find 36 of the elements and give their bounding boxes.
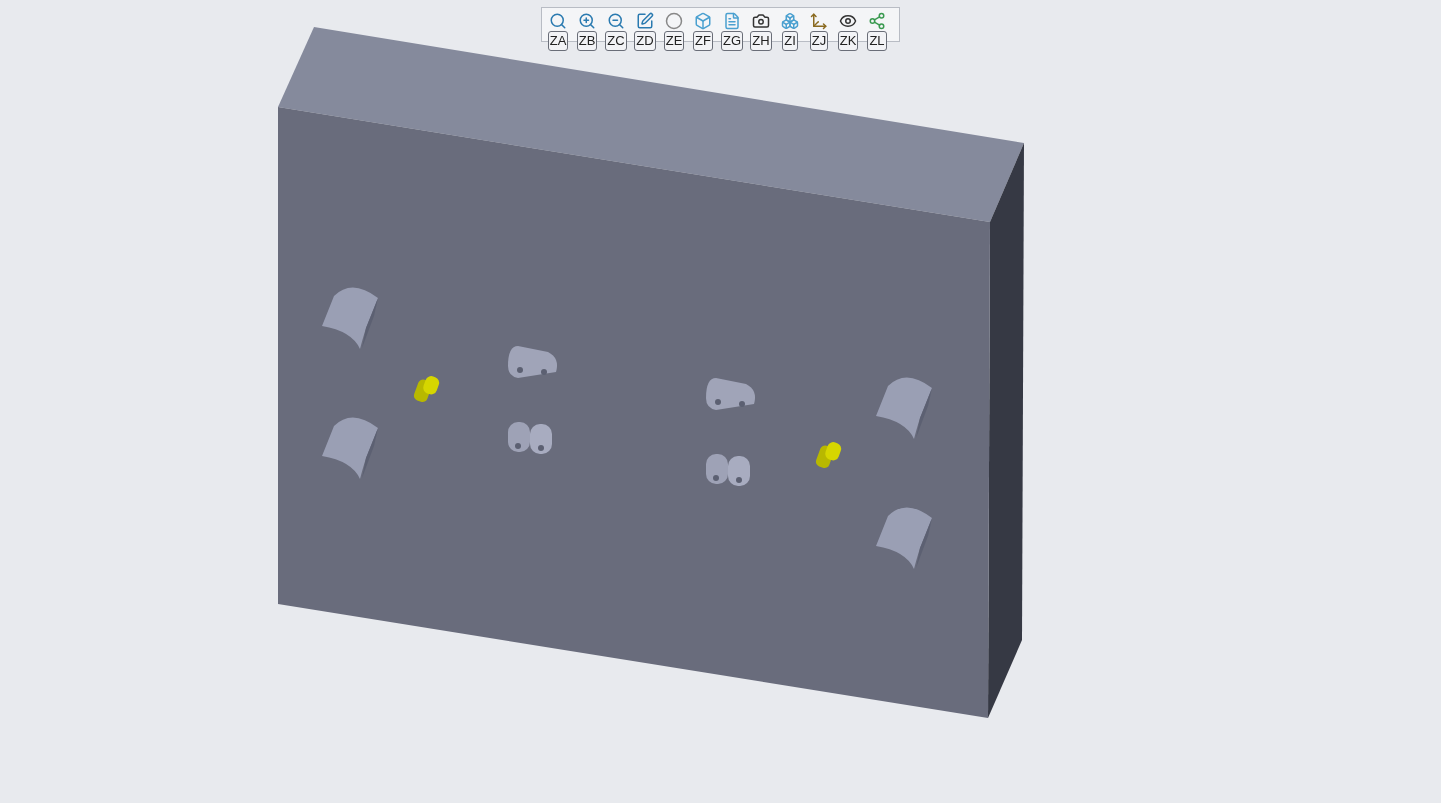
keytip-label: ZC [605, 31, 627, 51]
toolbar-button[interactable]: ZL [865, 12, 889, 52]
toolbar-button[interactable]: ZH [749, 12, 773, 52]
toolbar-button[interactable]: ZE [662, 12, 686, 52]
keytip-label: ZI [782, 31, 798, 51]
zoom-icon [549, 12, 567, 30]
keytip-label: ZD [634, 31, 656, 51]
toolbar-button[interactable]: ZC [604, 12, 628, 52]
zoom-in-icon [578, 12, 596, 30]
square-pen-icon [636, 12, 654, 30]
keytip-label: ZG [720, 31, 744, 51]
cube-icon [694, 12, 712, 30]
toolbar-button[interactable]: ZF [691, 12, 715, 52]
toolbar-button[interactable]: ZB [575, 12, 599, 52]
sphere-icon [665, 12, 683, 30]
eye-icon [839, 12, 857, 30]
axes-icon [810, 12, 828, 30]
keytip-label: ZB [576, 31, 598, 51]
keytip-label: ZE [663, 31, 685, 51]
toolbar-button[interactable]: ZI [778, 12, 802, 52]
toolbar-button[interactable]: ZK [836, 12, 860, 52]
keytip-label: ZF [693, 31, 713, 51]
toolbar-button[interactable]: ZG [720, 12, 744, 52]
document-icon [723, 12, 741, 30]
keytip-label: ZJ [809, 31, 829, 51]
toolbar-button[interactable]: ZA [546, 12, 570, 52]
toolbar-button[interactable]: ZD [633, 12, 657, 52]
zoom-out-icon [607, 12, 625, 30]
camera-icon [752, 12, 770, 30]
nodes-icon [868, 12, 886, 30]
keytip-label: ZL [867, 31, 887, 51]
boxes-icon [781, 12, 799, 30]
toolbar-button[interactable]: ZJ [807, 12, 831, 52]
keytip-label: ZH [750, 31, 772, 51]
keytip-label: ZA [547, 31, 569, 51]
keytip-label: ZK [837, 31, 859, 51]
